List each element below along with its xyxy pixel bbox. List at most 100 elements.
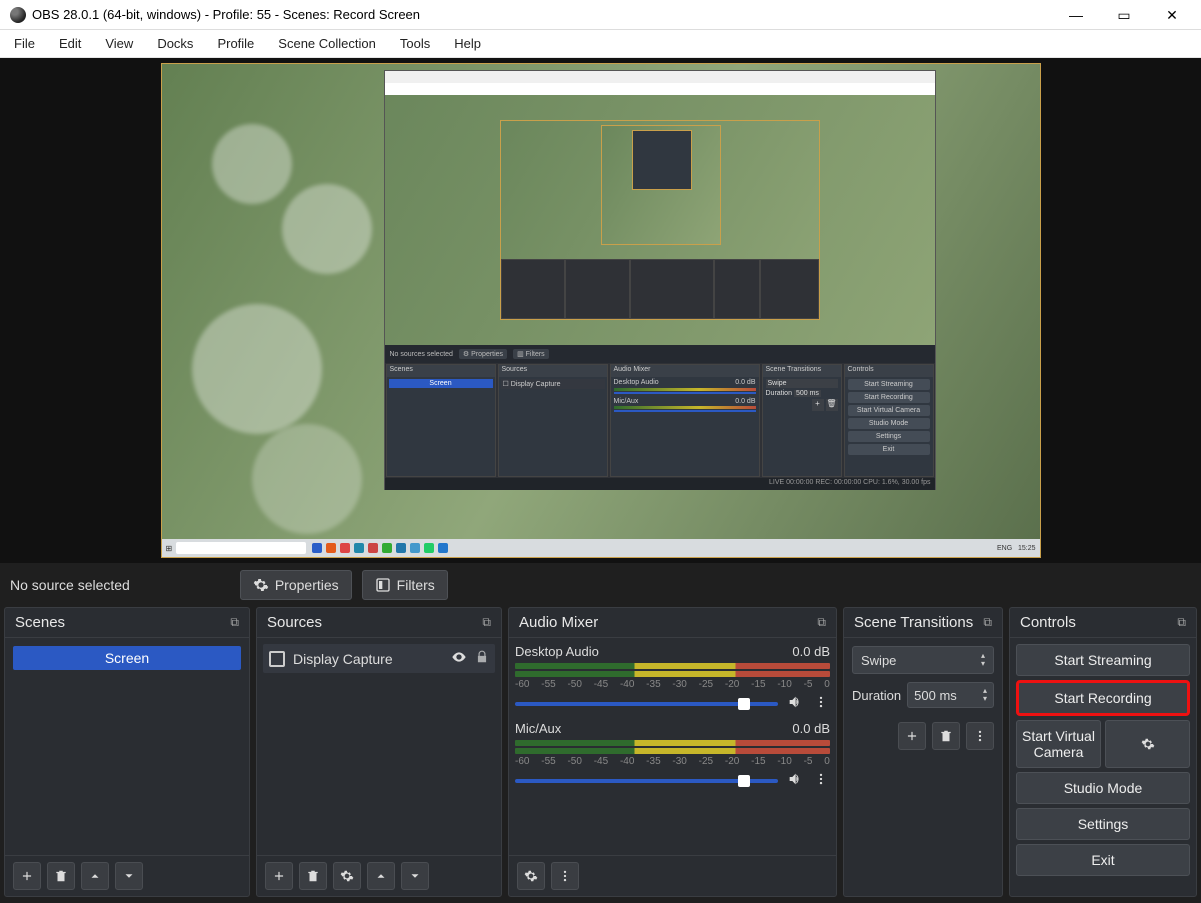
bokeh-circle: [192, 304, 322, 434]
nested-menubar: [385, 83, 935, 95]
audio-channel-menu[interactable]: [812, 772, 830, 789]
add-transition-button[interactable]: [898, 722, 926, 750]
scene-down-button[interactable]: [115, 862, 143, 890]
audio-meter: [515, 671, 830, 677]
close-button[interactable]: ✕: [1157, 0, 1187, 30]
bokeh-circle: [282, 184, 372, 274]
start-streaming-button[interactable]: Start Streaming: [1016, 644, 1190, 676]
remove-scene-button[interactable]: [47, 862, 75, 890]
menu-docks[interactable]: Docks: [151, 32, 199, 55]
chevron-up-icon: [374, 869, 388, 883]
add-scene-button[interactable]: [13, 862, 41, 890]
nested-preview: [385, 95, 935, 345]
chevron-down-icon: [122, 869, 136, 883]
scenes-popout-icon[interactable]: ⧉: [230, 615, 239, 630]
remove-transition-button[interactable]: [932, 722, 960, 750]
properties-label: Properties: [275, 577, 339, 593]
source-item-display-capture[interactable]: Display Capture: [263, 644, 495, 673]
add-source-button[interactable]: [265, 862, 293, 890]
scenes-header: Scenes: [15, 614, 65, 631]
trash-icon: [54, 869, 68, 883]
transitions-header: Scene Transitions: [854, 614, 973, 631]
window-title: OBS 28.0.1 (64-bit, windows) - Profile: …: [32, 7, 1061, 22]
dots-vertical-icon: [973, 729, 987, 743]
menu-edit[interactable]: Edit: [53, 32, 87, 55]
audio-meter: [515, 740, 830, 746]
audio-header: Audio Mixer: [519, 614, 598, 631]
scene-up-button[interactable]: [81, 862, 109, 890]
plus-icon: [272, 869, 286, 883]
nested-no-source-label: No sources selected: [390, 351, 453, 358]
maximize-button[interactable]: ▭: [1109, 0, 1139, 30]
transition-select[interactable]: Swipe ▴▾: [852, 646, 994, 674]
sources-header: Sources: [267, 614, 322, 631]
nested-statusbar: LIVE 00:00:00 REC: 00:00:00 CPU: 1.6%, 3…: [385, 478, 935, 490]
transition-menu-button[interactable]: [966, 722, 994, 750]
nested-start-streaming: Start Streaming: [848, 379, 930, 390]
menu-help[interactable]: Help: [448, 32, 487, 55]
duration-stepper[interactable]: ▴▾: [983, 687, 987, 703]
minimize-button[interactable]: —: [1061, 0, 1091, 30]
nested-transitions-header: Scene Transitions: [763, 365, 841, 377]
source-toolbar: No source selected Properties Filters: [0, 563, 1201, 607]
remove-source-button[interactable]: [299, 862, 327, 890]
menu-file[interactable]: File: [8, 32, 41, 55]
transition-stepper[interactable]: ▴▾: [981, 652, 985, 668]
controls-panel: Controls ⧉ Start Streaming Start Recordi…: [1009, 607, 1197, 897]
visibility-toggle-icon[interactable]: [451, 649, 467, 668]
source-item-label: Display Capture: [293, 651, 393, 667]
nested-taskbar: ⊞ ENG 15:25: [162, 539, 1040, 557]
trash-icon: [306, 869, 320, 883]
scenes-panel: Scenes ⧉ Screen: [4, 607, 250, 897]
transitions-popout-icon[interactable]: ⧉: [983, 615, 992, 630]
sources-popout-icon[interactable]: ⧉: [482, 615, 491, 630]
source-down-button[interactable]: [401, 862, 429, 890]
nested-exit: Exit: [848, 444, 930, 455]
source-properties-button[interactable]: [333, 862, 361, 890]
audio-volume-slider[interactable]: [515, 779, 778, 783]
preview-canvas[interactable]: No sources selected ⚙ Properties ▥ Filte…: [161, 63, 1041, 558]
source-up-button[interactable]: [367, 862, 395, 890]
lock-icon[interactable]: [475, 650, 489, 667]
gear-icon: [340, 869, 354, 883]
dots-vertical-icon: [558, 869, 572, 883]
speaker-icon[interactable]: [786, 694, 804, 713]
nested-start-virtual-camera: Start Virtual Camera: [848, 405, 930, 416]
audio-ticks: -60-55-50-45-40-35-30-25-20-15-10-50: [515, 756, 830, 767]
start-recording-button[interactable]: Start Recording: [1016, 680, 1190, 716]
menubar: File Edit View Docks Profile Scene Colle…: [0, 30, 1201, 58]
menu-profile[interactable]: Profile: [211, 32, 260, 55]
sources-panel: Sources ⧉ Display Capture: [256, 607, 502, 897]
obs-logo-icon: [10, 7, 26, 23]
audio-mixer-panel: Audio Mixer ⧉ Desktop Audio0.0 dB -60-55…: [508, 607, 837, 897]
audio-channel: Mic/Aux0.0 dB -60-55-50-45-40-35-30-25-2…: [515, 721, 830, 790]
start-virtual-camera-button[interactable]: Start Virtual Camera: [1016, 720, 1101, 768]
controls-popout-icon[interactable]: ⧉: [1177, 615, 1186, 630]
no-source-label: No source selected: [10, 577, 130, 593]
duration-input[interactable]: 500 ms ▴▾: [907, 682, 994, 708]
nested-controls-header: Controls: [845, 365, 933, 377]
menu-scene-collection[interactable]: Scene Collection: [272, 32, 382, 55]
properties-button[interactable]: Properties: [240, 570, 352, 600]
gear-icon: [253, 577, 269, 593]
audio-channel-name: Mic/Aux: [515, 721, 561, 736]
speaker-icon[interactable]: [786, 771, 804, 790]
nested-sources-header: Sources: [499, 365, 607, 377]
audio-ticks: -60-55-50-45-40-35-30-25-20-15-10-50: [515, 679, 830, 690]
nested-scenes-header: Scenes: [387, 365, 495, 377]
audio-channel-menu[interactable]: [812, 695, 830, 712]
audio-settings-button[interactable]: [517, 862, 545, 890]
settings-button[interactable]: Settings: [1016, 808, 1190, 840]
menu-tools[interactable]: Tools: [394, 32, 436, 55]
exit-button[interactable]: Exit: [1016, 844, 1190, 876]
virtual-camera-settings-button[interactable]: [1105, 720, 1190, 768]
audio-popout-icon[interactable]: ⧉: [817, 615, 826, 630]
studio-mode-button[interactable]: Studio Mode: [1016, 772, 1190, 804]
scene-item-screen[interactable]: Screen: [13, 646, 241, 670]
menu-view[interactable]: View: [99, 32, 139, 55]
audio-meter: [515, 748, 830, 754]
nested-scene-item: Screen: [389, 379, 493, 388]
audio-volume-slider[interactable]: [515, 702, 778, 706]
audio-menu-button[interactable]: [551, 862, 579, 890]
filters-button[interactable]: Filters: [362, 570, 448, 600]
